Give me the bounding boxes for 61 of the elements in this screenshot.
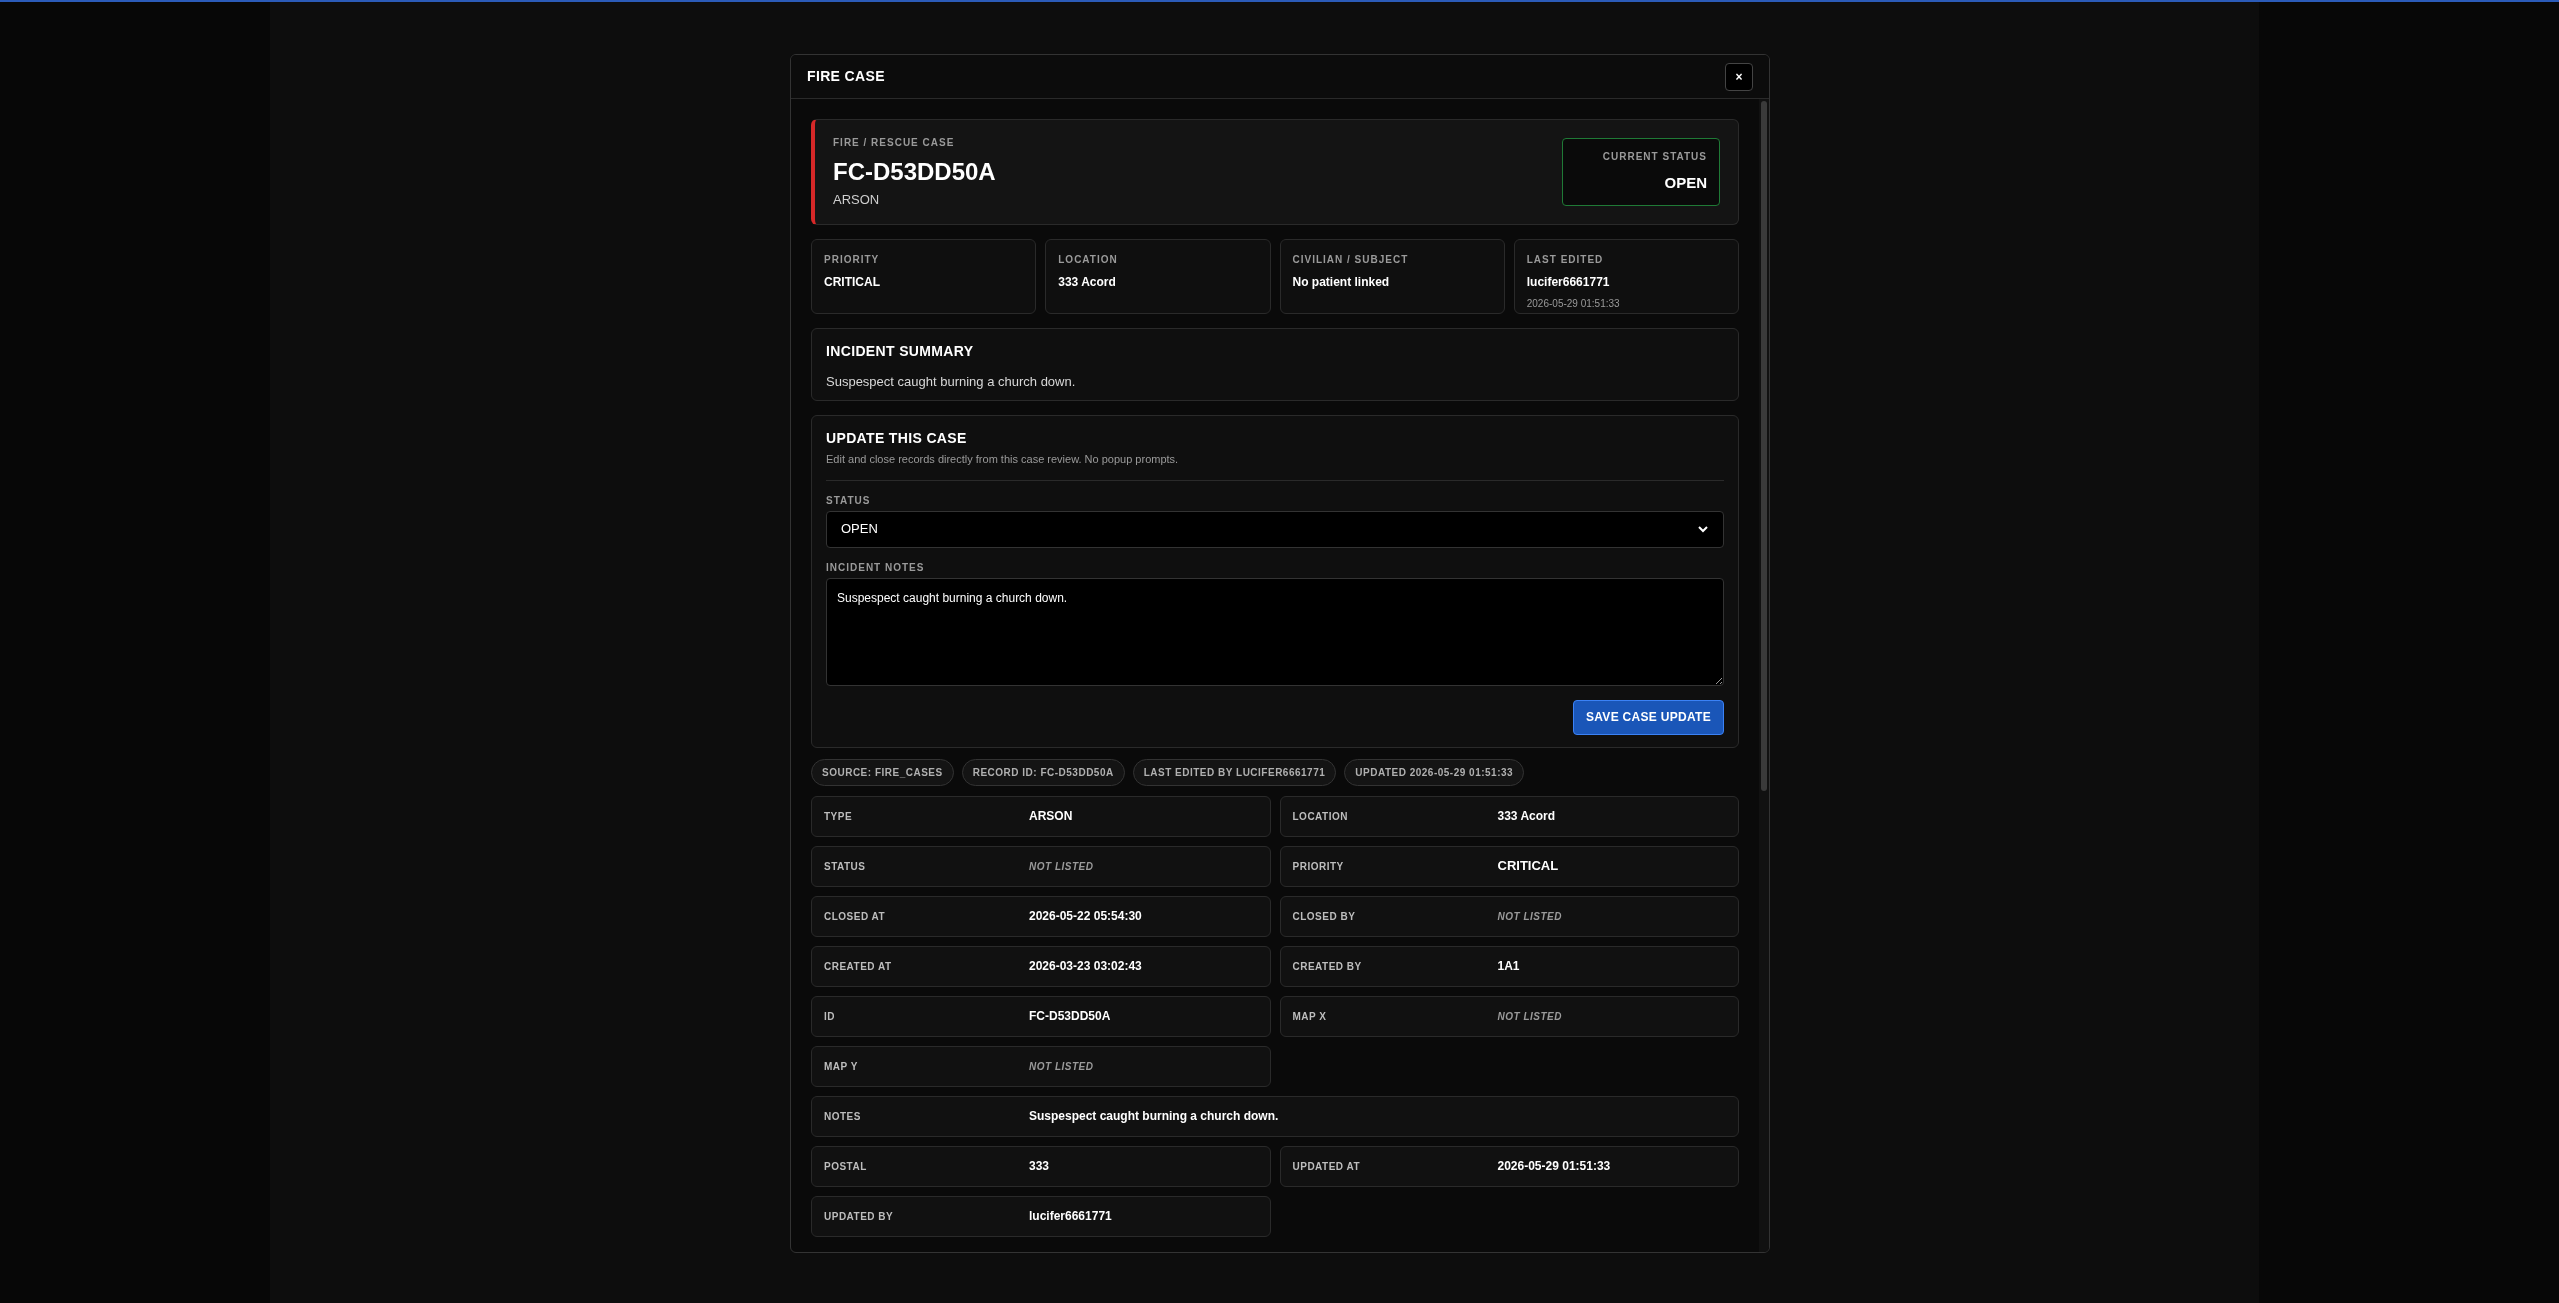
detail-value: Suspespect caught burning a church down. [1029,1108,1279,1125]
detail-value: lucifer6661771 [1029,1208,1112,1225]
detail-value: CRITICAL [1497,857,1559,876]
summary-value: No patient linked [1292,274,1391,291]
status-select[interactable]: OPEN [826,510,1724,548]
modal-title: FIRE CASE [807,67,885,86]
status-value: OPEN [1664,173,1707,194]
field-label: STATUS [826,493,872,508]
summary-value: 333 Acord [1058,274,1117,291]
detail-value: FC-D53DD50A [1029,1008,1111,1025]
chevron-down-icon [1697,523,1709,535]
summary-timestamp: 2026-05-29 01:51:33 [1526,297,1621,311]
summary-text: Suspespect caught burning a church down. [826,373,1077,391]
meta-chip: UPDATED 2026-05-29 01:51:33 [1344,758,1525,786]
summary-label: PRIORITY [824,253,881,267]
meta-chip: RECORD ID: FC-D53DD50A [961,758,1125,786]
detail-value: NOT LISTED [1497,909,1562,924]
meta-chip: SOURCE: FIRE_CASES [811,758,954,786]
case-eyebrow: FIRE / RESCUE CASE [833,135,956,150]
detail-value: ARSON [1029,808,1073,825]
meta-chip: LAST EDITED BY LUCIFER6661771 [1132,758,1337,786]
detail-value: 2026-05-29 01:51:33 [1497,1158,1611,1175]
detail-label: UPDATED AT [1292,1159,1362,1174]
detail-label: LOCATION [1292,809,1349,824]
close-button[interactable]: × [1725,62,1753,91]
detail-label: PRIORITY [1292,859,1345,874]
field-label: INCIDENT NOTES [826,560,926,575]
detail-label: ID [824,1009,836,1024]
section-title: UPDATE THIS CASE [826,429,968,448]
section-subtitle: Edit and close records directly from this case review. No popup prompts. [826,452,1180,467]
summary-value: lucifer6661771 [1526,274,1611,291]
save-button[interactable]: SAVE CASE UPDATE [1572,699,1724,735]
summary-value: CRITICAL [824,274,881,291]
detail-value: 2026-05-22 05:54:30 [1029,908,1142,925]
detail-label: UPDATED BY [824,1209,895,1224]
detail-label: CLOSED BY [1292,909,1357,924]
notes-field[interactable]: Suspespect caught burning a church down. [826,577,1724,686]
detail-value: 1A1 [1497,958,1520,975]
detail-value: 2026-03-23 03:02:43 [1029,958,1142,975]
detail-label: MAP Y [824,1059,859,1074]
section-title: INCIDENT SUMMARY [826,342,975,361]
detail-value: 333 [1029,1158,1050,1175]
status-label: CURRENT STATUS [1602,150,1707,165]
case-type: ARSON [833,190,881,209]
detail-value: 333 Acord [1497,808,1556,825]
detail-label: CREATED AT [824,959,893,974]
detail-label: CREATED BY [1292,959,1363,974]
scrollbar-thumb[interactable] [1761,101,1767,791]
detail-label: NOTES [824,1109,862,1124]
summary-label: LAST EDITED [1526,253,1605,267]
detail-label: TYPE [824,809,854,824]
detail-value: NOT LISTED [1029,1059,1094,1074]
detail-value: NOT LISTED [1497,1009,1562,1024]
detail-label: POSTAL [824,1159,868,1174]
detail-label: STATUS [824,859,867,874]
detail-value: NOT LISTED [1029,859,1094,874]
detail-label: CLOSED AT [824,909,887,924]
case-id: FC-D53DD50A [833,156,996,187]
summary-label: CIVILIAN / SUBJECT [1292,253,1410,267]
summary-label: LOCATION [1058,253,1119,267]
detail-label: MAP X [1292,1009,1328,1024]
